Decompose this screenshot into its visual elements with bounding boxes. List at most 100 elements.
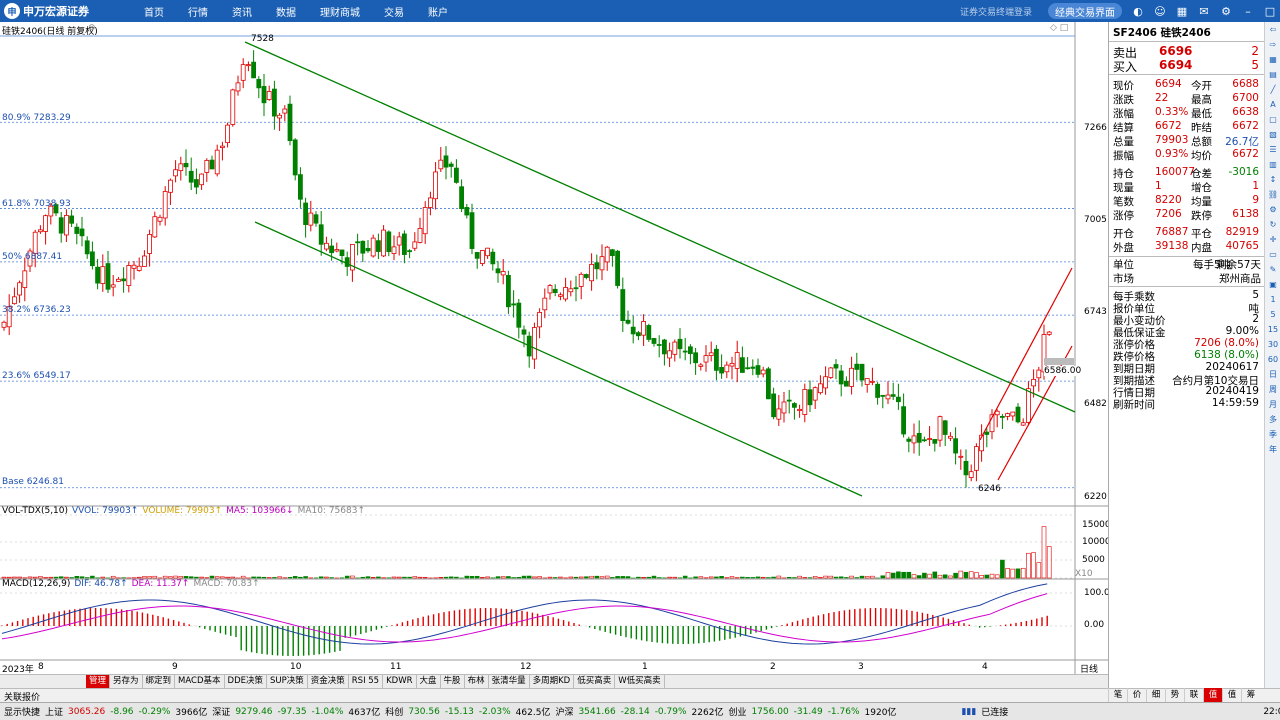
num-15-icon[interactable]: 15: [1265, 322, 1280, 337]
list-tool-icon[interactable]: ☰: [1265, 142, 1280, 157]
tab-market[interactable]: 大盘: [417, 675, 441, 688]
week-icon[interactable]: 周: [1265, 382, 1280, 397]
fib-label-618: 61.8% 7038.93: [2, 199, 71, 209]
ask-row[interactable]: 卖出 6696 2: [1113, 44, 1263, 60]
idx-sh-name[interactable]: 上证: [45, 705, 63, 718]
nav-market[interactable]: 行情: [176, 4, 220, 19]
user-icon[interactable]: ☺: [1152, 3, 1168, 19]
rtab-detail[interactable]: 细: [1146, 688, 1165, 702]
quote-row: 结算 6672 昨结 6672: [1113, 120, 1259, 134]
rtab-price[interactable]: 价: [1127, 688, 1146, 702]
candle-body: [906, 438, 912, 442]
month-icon[interactable]: 月: [1265, 397, 1280, 412]
volume-bar: [64, 576, 69, 579]
rtab-main[interactable]: 值: [1222, 688, 1241, 702]
tab-save-as[interactable]: 另存为: [110, 675, 143, 688]
tab-sup[interactable]: SUP决策: [267, 675, 308, 688]
text-tool-icon[interactable]: A: [1265, 97, 1280, 112]
candle-body: [688, 346, 693, 355]
tab-manage[interactable]: 管理: [86, 675, 111, 688]
idx-hs-name[interactable]: 沪深: [555, 705, 573, 718]
login-hint[interactable]: 证券交易终端登录: [960, 5, 1032, 18]
candle-body: [240, 64, 246, 81]
bid-row[interactable]: 买入 6694 5: [1113, 58, 1263, 74]
chart-tool-icon[interactable]: ▤: [1265, 67, 1280, 82]
nav-account[interactable]: 账户: [416, 4, 460, 19]
multi-icon[interactable]: 多: [1265, 412, 1280, 427]
box-tool-icon[interactable]: ▢: [1265, 112, 1280, 127]
tab-kdwr[interactable]: KDWR: [383, 675, 417, 688]
tab-multikd[interactable]: 多周期KD: [530, 675, 575, 688]
candle-body: [225, 124, 231, 144]
volume-bar: [968, 571, 974, 579]
kline-chart-canvas[interactable]: [0, 22, 1108, 674]
line-tool-icon[interactable]: ╱: [1265, 82, 1280, 97]
tab-lowbuy[interactable]: 低买高卖: [574, 675, 616, 688]
num-5-icon[interactable]: 5: [1265, 307, 1280, 322]
nav-data[interactable]: 数据: [264, 4, 308, 19]
num-30-icon[interactable]: 30: [1265, 337, 1280, 352]
chain-tool-icon[interactable]: ⛓: [1265, 187, 1280, 202]
tab-zqh[interactable]: 张清华量: [489, 675, 530, 688]
tab-boll[interactable]: 布林: [465, 675, 489, 688]
year-icon[interactable]: 年: [1265, 442, 1280, 457]
fill-tool-icon[interactable]: ▧: [1265, 127, 1280, 142]
candle-body: [792, 403, 797, 408]
minimize-icon[interactable]: –: [1240, 3, 1256, 19]
connection-status[interactable]: 已连接: [981, 705, 1008, 718]
num-1-icon[interactable]: 1: [1265, 292, 1280, 307]
tab-dde[interactable]: DDE决策: [225, 675, 267, 688]
settings-icon[interactable]: ⚙: [1218, 3, 1234, 19]
quick-toggle[interactable]: 显示快捷: [4, 705, 40, 718]
theme-icon[interactable]: ◐: [1130, 3, 1146, 19]
nav-news[interactable]: 资讯: [220, 4, 264, 19]
tab-bull[interactable]: 牛股: [441, 675, 465, 688]
nav-wealth-mall[interactable]: 理财商城: [308, 4, 372, 19]
back-icon[interactable]: ⇦: [1265, 22, 1280, 37]
rtab-linked[interactable]: 联: [1184, 688, 1203, 702]
idx-sz-name[interactable]: 深证: [212, 705, 230, 718]
volume-bar: [173, 575, 178, 579]
rtab-value[interactable]: 值: [1203, 688, 1222, 702]
mail-icon[interactable]: ✉: [1196, 3, 1212, 19]
kline-chart-area[interactable]: 硅铁2406(日线 前复权) ⊗ ◇ □ 80.9% 7283.29 61.8%…: [0, 22, 1111, 684]
chart-options-icon[interactable]: ◇ □: [1050, 23, 1068, 33]
doc-tool-icon[interactable]: ▭: [1265, 247, 1280, 262]
chart-title-close-icon[interactable]: ⊗: [88, 23, 96, 33]
tab-wlowbuy[interactable]: W低买高卖: [615, 675, 665, 688]
candle-body: [974, 446, 979, 471]
idx-cy-name[interactable]: 创业: [728, 705, 746, 718]
volume-bar: [516, 577, 522, 579]
num-60-icon[interactable]: 60: [1265, 352, 1280, 367]
nav-home[interactable]: 首页: [132, 4, 176, 19]
volume-bar: [225, 576, 230, 579]
tab-macd[interactable]: MACD基本: [175, 675, 225, 688]
time-axis-label: 8: [38, 662, 44, 672]
refresh-tool-icon[interactable]: ↻: [1265, 217, 1280, 232]
macd-axis-label: 0.00: [1084, 620, 1105, 630]
arrow-tool-icon[interactable]: ↕: [1265, 172, 1280, 187]
nav-trade[interactable]: 交易: [372, 4, 416, 19]
volume-bar: [859, 575, 865, 579]
pen-tool-icon[interactable]: ✎: [1265, 262, 1280, 277]
tab-bind[interactable]: 绑定到: [143, 675, 176, 688]
rtab-chips[interactable]: 筹: [1241, 688, 1260, 702]
rtab-trades[interactable]: 笔: [1108, 688, 1127, 702]
forward-icon[interactable]: ⇨: [1265, 37, 1280, 52]
table-tool-icon[interactable]: ▥: [1265, 157, 1280, 172]
day-icon[interactable]: 日: [1265, 367, 1280, 382]
candle-body: [859, 363, 865, 381]
maximize-icon[interactable]: □: [1262, 3, 1278, 19]
target-tool-icon[interactable]: ✛: [1265, 232, 1280, 247]
gear-tool-icon[interactable]: ⚙: [1265, 202, 1280, 217]
classic-trade-button[interactable]: 经典交易界面: [1048, 3, 1122, 19]
idx-kc-name[interactable]: 科创: [385, 705, 403, 718]
tab-rsi[interactable]: RSI 55: [349, 675, 384, 688]
rtab-trend[interactable]: 势: [1165, 688, 1184, 702]
season-icon[interactable]: 季: [1265, 427, 1280, 442]
panel-tool-icon[interactable]: ▣: [1265, 277, 1280, 292]
grid-tool-icon[interactable]: ▦: [1265, 52, 1280, 67]
volume-bar: [220, 576, 225, 579]
tab-fund[interactable]: 资金决策: [308, 675, 349, 688]
grid-icon[interactable]: ▦: [1174, 3, 1190, 19]
